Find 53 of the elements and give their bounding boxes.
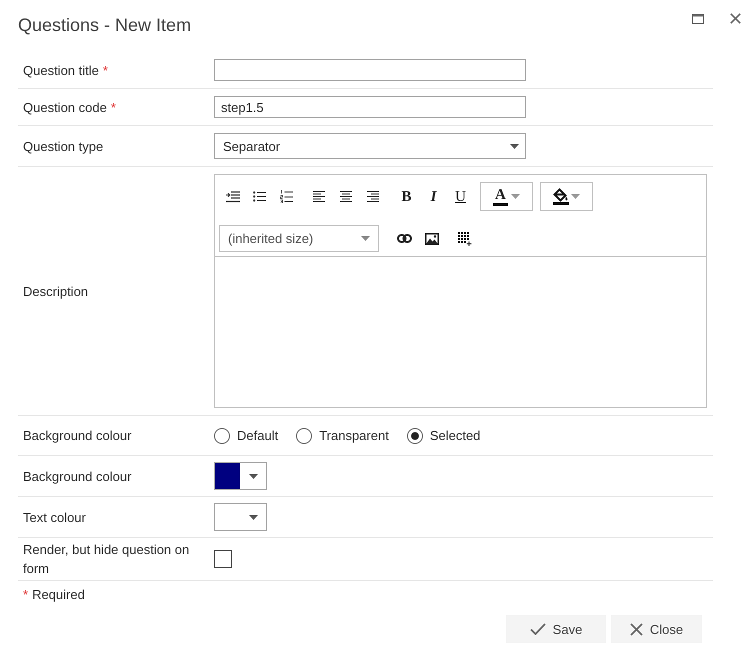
close-icon[interactable] (730, 13, 741, 24)
color-picker[interactable] (214, 462, 267, 490)
check-icon (530, 623, 546, 635)
field-label: Question type (23, 138, 104, 154)
checkbox[interactable] (214, 550, 232, 568)
table-grid-icon[interactable] (458, 232, 472, 246)
save-button[interactable]: Save (506, 615, 606, 643)
align-right-icon[interactable] (366, 191, 378, 202)
image-icon[interactable] (424, 232, 438, 244)
caret-icon (571, 194, 580, 199)
highlight-color-button[interactable] (540, 182, 593, 211)
radio-label[interactable]: Default (237, 426, 278, 444)
field-label: Question code (23, 100, 107, 114)
field-label: Description (23, 284, 88, 298)
bold-button[interactable]: B (401, 188, 412, 204)
caret-icon (361, 236, 370, 241)
numbered-list-icon[interactable] (280, 190, 293, 203)
underline-button[interactable]: U (455, 188, 466, 204)
required-mark: * (110, 100, 116, 114)
field-label: Text colour (23, 510, 86, 524)
font-size-select[interactable]: (inherited size) (219, 225, 379, 252)
required-note: Required (32, 587, 85, 602)
link-icon[interactable] (397, 234, 412, 243)
bullet-list-icon[interactable] (253, 191, 266, 202)
caret-icon (248, 514, 258, 520)
radio-label[interactable]: Transparent (319, 426, 389, 444)
align-center-icon[interactable] (340, 191, 352, 202)
field-label: Question title (23, 62, 99, 78)
align-left-icon[interactable] (312, 191, 324, 202)
close-icon (630, 622, 643, 636)
paint-bucket-icon (553, 188, 569, 205)
window-title: Questions - New Item (18, 14, 192, 36)
caret-icon (511, 194, 520, 199)
field-label: Render, but hide question on form (23, 542, 190, 576)
indent-icon[interactable] (226, 190, 240, 202)
italic-button[interactable]: I (430, 188, 436, 204)
caret-icon (510, 144, 519, 148)
dropdown-select[interactable]: Separator (214, 133, 526, 159)
required-mark: * (23, 587, 28, 602)
radio-button[interactable] (296, 428, 312, 444)
color-picker[interactable] (214, 503, 267, 531)
caret-icon (248, 474, 258, 478)
text-color-button[interactable]: A (480, 182, 533, 211)
radio-button[interactable] (214, 428, 230, 444)
required-mark: * (102, 62, 108, 78)
text-input[interactable]: step1.5 (214, 96, 526, 118)
close-button[interactable]: Close (611, 615, 702, 643)
field-label: Background colour (23, 428, 132, 443)
maximize-icon[interactable] (692, 14, 704, 24)
text-input[interactable] (214, 59, 526, 81)
radio-label[interactable]: Selected (430, 426, 480, 444)
field-label: Background colour (23, 468, 132, 484)
radio-button[interactable] (406, 428, 423, 444)
